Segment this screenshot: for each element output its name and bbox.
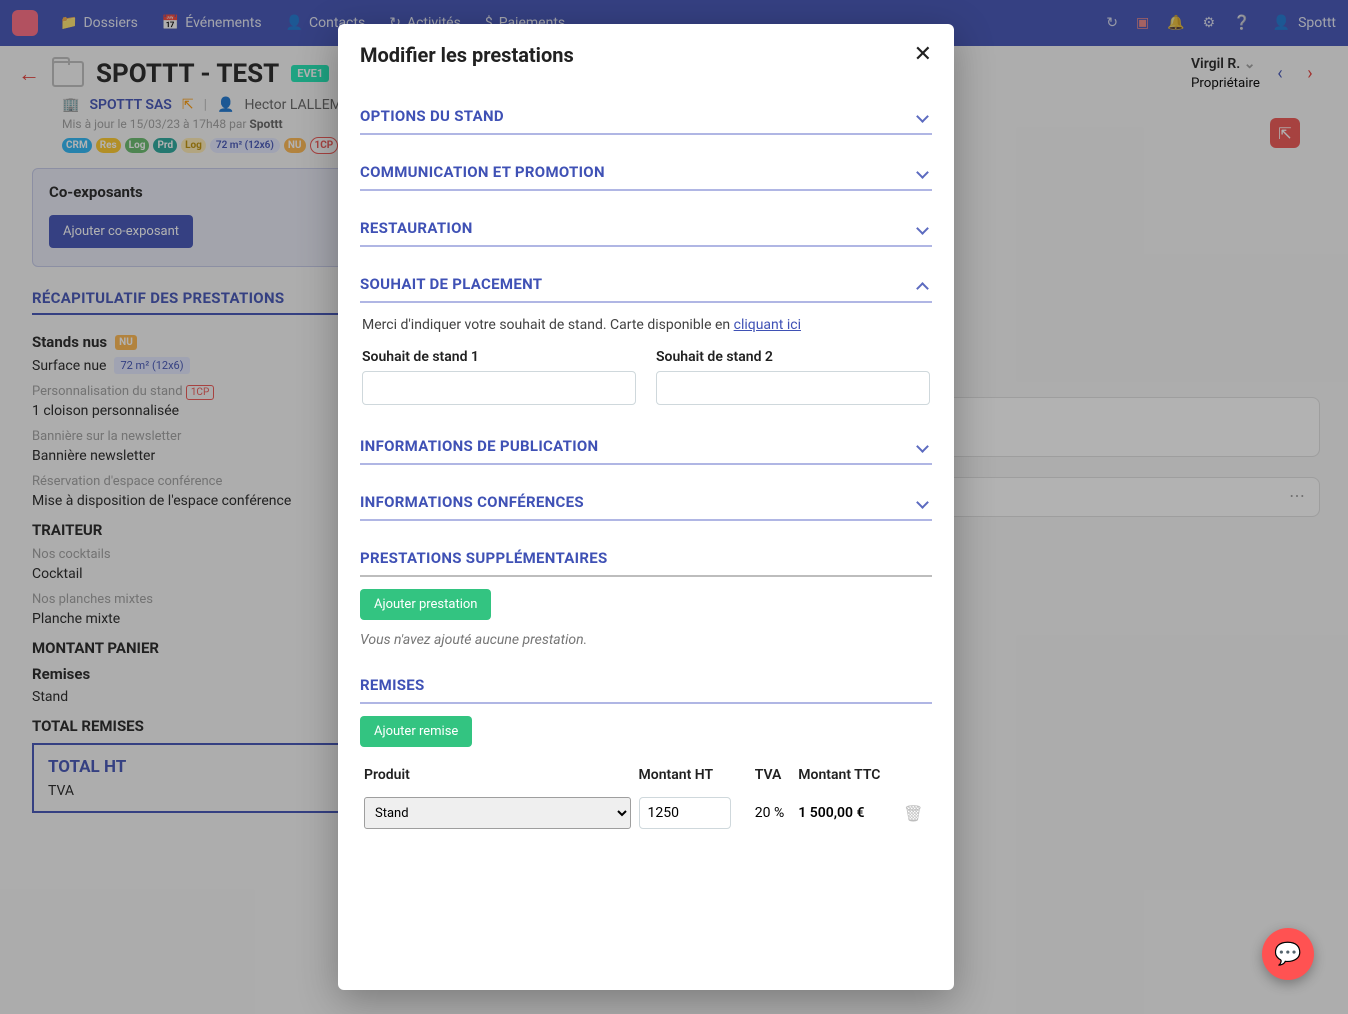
col-produit: Produit <box>360 761 635 789</box>
section-extra: PRESTATIONS SUPPLÉMENTAIRES <box>360 543 932 577</box>
section-restauration[interactable]: RESTAURATION <box>360 213 932 247</box>
remise-tva-value: 20 % <box>751 789 795 837</box>
wish1-input[interactable] <box>362 371 636 405</box>
no-prestation-text: Vous n'avez ajouté aucune prestation. <box>360 632 932 648</box>
wish2-label: Souhait de stand 2 <box>656 349 930 365</box>
delete-remise-icon[interactable]: 🗑 <box>903 804 923 823</box>
modal-title: Modifier les prestations <box>360 43 574 67</box>
wish1-label: Souhait de stand 1 <box>362 349 636 365</box>
remises-table: Produit Montant HT TVA Montant TTC Stand… <box>360 761 932 837</box>
chevron-down-icon <box>918 221 932 235</box>
wish2-input[interactable] <box>656 371 930 405</box>
section-options-stand[interactable]: OPTIONS DU STAND <box>360 101 932 135</box>
chevron-down-icon <box>918 495 932 509</box>
remise-product-select[interactable]: Stand <box>364 797 631 829</box>
add-prestation-button[interactable]: Ajouter prestation <box>360 589 491 620</box>
section-communication[interactable]: COMMUNICATION ET PROMOTION <box>360 157 932 191</box>
col-montant-ttc: Montant TTC <box>794 761 899 789</box>
placement-map-link[interactable]: cliquant ici <box>734 317 801 333</box>
chevron-down-icon <box>918 165 932 179</box>
remise-ttc-value: 1 500,00 € <box>794 789 899 837</box>
close-button[interactable]: ✕ <box>914 42 932 67</box>
table-row: Stand 20 % 1 500,00 € 🗑 <box>360 789 932 837</box>
modal-edit-prestations: Modifier les prestations ✕ OPTIONS DU ST… <box>338 24 954 990</box>
section-conferences[interactable]: INFORMATIONS CONFÉRENCES <box>360 487 932 521</box>
col-montant-ht: Montant HT <box>635 761 751 789</box>
add-remise-button[interactable]: Ajouter remise <box>360 716 472 747</box>
section-placement[interactable]: SOUHAIT DE PLACEMENT <box>360 269 932 303</box>
remise-ht-input[interactable] <box>639 797 731 829</box>
col-tva: TVA <box>751 761 795 789</box>
chevron-down-icon <box>918 439 932 453</box>
section-placement-body: Merci d'indiquer votre souhait de stand.… <box>360 303 932 409</box>
section-remises: REMISES <box>360 670 932 704</box>
chevron-up-icon <box>918 277 932 291</box>
section-publication[interactable]: INFORMATIONS DE PUBLICATION <box>360 431 932 465</box>
chevron-down-icon <box>918 109 932 123</box>
chat-bubble-button[interactable]: 💬 <box>1262 928 1314 980</box>
